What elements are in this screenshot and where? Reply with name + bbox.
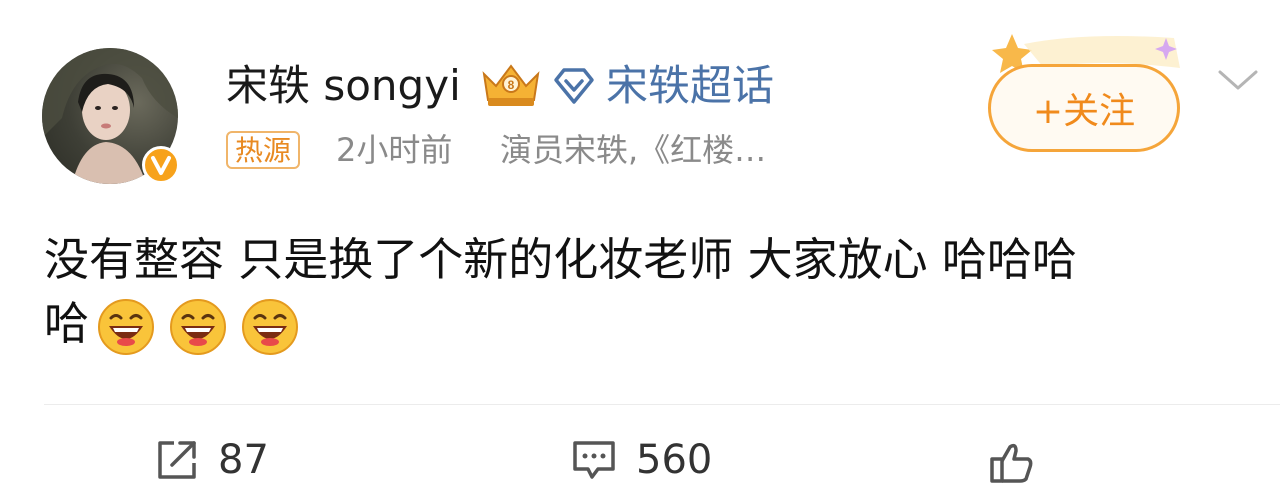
comment-icon (573, 441, 615, 479)
supertopic-diamond-icon[interactable] (552, 66, 596, 106)
post-time: 2小时前 (336, 131, 453, 169)
comment-button[interactable]: 560 (570, 436, 712, 484)
verified-badge (142, 146, 180, 184)
avatar-wrap[interactable] (42, 48, 182, 188)
hot-source-tag: 热源 (226, 131, 301, 169)
post-source[interactable]: 演员宋轶,《红楼… (500, 128, 766, 172)
laugh-emoji-icon (242, 299, 299, 355)
share-count: 87 (218, 437, 269, 483)
like-icon (990, 443, 1033, 483)
post-text-line-2-wrap: 哈 (44, 292, 1234, 356)
supertopic-link[interactable]: 宋轶超话 (606, 58, 774, 114)
laugh-emoji-icon (170, 299, 227, 355)
like-button[interactable] (988, 438, 1048, 486)
svg-text:8: 8 (508, 78, 515, 92)
follow-button[interactable]: +关注 (988, 64, 1180, 152)
post-text-line-1: 没有整容 只是换了个新的化妆老师 大家放心 哈哈哈 (44, 233, 1077, 286)
share-button[interactable]: 87 (154, 436, 269, 484)
divider (44, 404, 1280, 405)
weibo-post-card: 宋轶 songyi 8 宋轶超话 热源 2小时前 演员宋轶,《红楼… +关注 没… (0, 0, 1280, 490)
verified-v-icon (151, 156, 171, 175)
share-icon (158, 441, 196, 479)
comment-count: 560 (636, 437, 713, 483)
post-text: 没有整容 只是换了个新的化妆老师 大家放心 哈哈哈 哈 (44, 228, 1234, 356)
laugh-emoji-icon (98, 299, 155, 355)
vip-crown-icon[interactable]: 8 (480, 60, 542, 108)
user-name[interactable]: 宋轶 songyi (226, 58, 461, 114)
chevron-down-icon[interactable] (1216, 66, 1260, 94)
emoji-row (97, 298, 299, 356)
post-text-line-2: 哈 (44, 297, 90, 350)
